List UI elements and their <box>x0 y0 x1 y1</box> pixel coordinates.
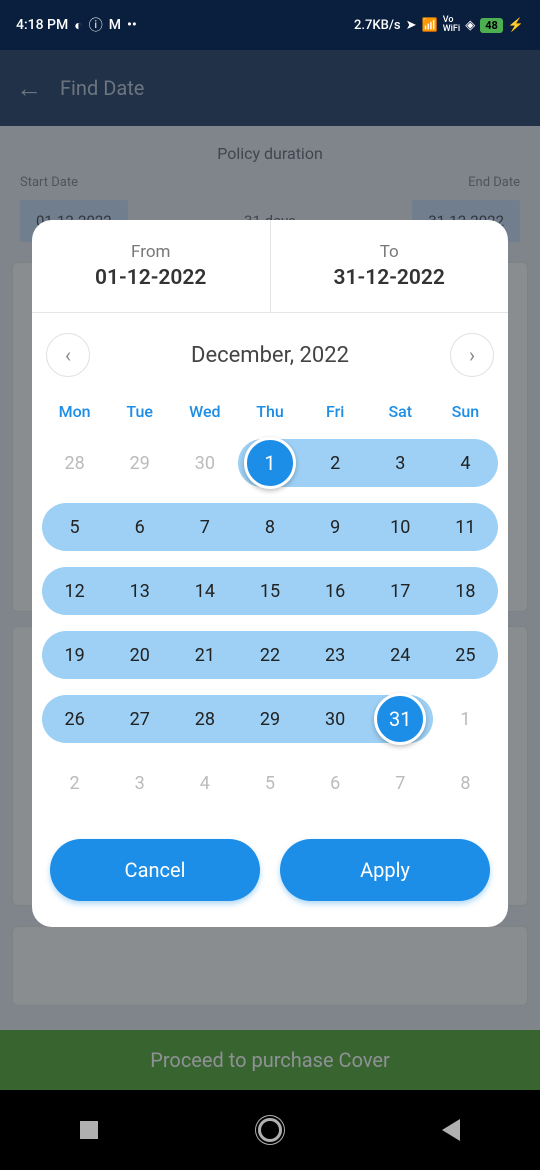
calendar-day[interactable]: 13 <box>107 559 172 623</box>
calendar-day[interactable]: 29 <box>237 687 302 751</box>
status-icon: ◐ <box>74 17 82 34</box>
calendar-day: 5 <box>237 751 302 815</box>
to-column[interactable]: To 31-12-2022 <box>271 220 509 312</box>
calendar-day[interactable]: 3 <box>368 431 433 495</box>
home-button[interactable] <box>258 1118 282 1142</box>
calendar-day[interactable]: 4 <box>433 431 498 495</box>
calendar-day[interactable]: 21 <box>172 623 237 687</box>
calendar-day[interactable]: 24 <box>368 623 433 687</box>
to-label: To <box>271 242 509 262</box>
from-value: 01-12-2022 <box>32 266 270 290</box>
calendar-day[interactable]: 23 <box>303 623 368 687</box>
net-speed: 2.7KB/s <box>354 18 401 33</box>
calendar-day[interactable]: 18 <box>433 559 498 623</box>
status-time: 4:18 PM <box>16 17 68 33</box>
calendar-day-header: Wed <box>172 391 237 431</box>
more-icon: •• <box>127 17 137 33</box>
selected-date[interactable]: 31 <box>374 693 426 745</box>
calendar-day[interactable]: 30 <box>303 687 368 751</box>
calendar-day-header: Tue <box>107 391 172 431</box>
calendar-day: 6 <box>303 751 368 815</box>
calendar-week-row: 12131415161718 <box>42 559 498 623</box>
calendar-day[interactable]: 6 <box>107 495 172 559</box>
android-nav-bar <box>0 1090 540 1170</box>
calendar-day[interactable]: 26 <box>42 687 107 751</box>
calendar-day: 3 <box>107 751 172 815</box>
month-label: December, 2022 <box>191 343 349 368</box>
location-icon: ➤ <box>406 18 417 33</box>
prev-month-button[interactable]: ‹ <box>46 333 90 377</box>
next-month-button[interactable]: › <box>450 333 494 377</box>
from-column[interactable]: From 01-12-2022 <box>32 220 271 312</box>
calendar-day: 30 <box>172 431 237 495</box>
status-left: 4:18 PM ◐ ⓘ M •• <box>16 15 137 35</box>
calendar-day[interactable]: 16 <box>303 559 368 623</box>
calendar-day: 28 <box>42 431 107 495</box>
status-right: 2.7KB/s ➤ 📶 VoWiFi ◈ 48 ⚡ <box>354 16 524 34</box>
calendar-day: 1 <box>433 687 498 751</box>
gmail-icon: M <box>109 17 121 33</box>
from-label: From <box>32 242 270 262</box>
back-nav-button[interactable] <box>442 1119 460 1141</box>
calendar-day[interactable]: 25 <box>433 623 498 687</box>
date-picker-modal: From 01-12-2022 To 31-12-2022 ‹ December… <box>32 220 508 927</box>
status-bar: 4:18 PM ◐ ⓘ M •• 2.7KB/s ➤ 📶 VoWiFi ◈ 48… <box>0 0 540 50</box>
calendar-week-row: 2345678 <box>42 751 498 815</box>
calendar-day[interactable]: 20 <box>107 623 172 687</box>
calendar-day-header: Sun <box>433 391 498 431</box>
calendar-day[interactable]: 28 <box>172 687 237 751</box>
charging-icon: ⚡ <box>508 18 524 33</box>
calendar-day[interactable]: 14 <box>172 559 237 623</box>
calendar-header-row: MonTueWedThuFriSatSun <box>42 391 498 431</box>
calendar-day[interactable]: 22 <box>237 623 302 687</box>
calendar-day[interactable]: 2 <box>303 431 368 495</box>
calendar-day[interactable]: 7 <box>172 495 237 559</box>
calendar-day-header: Fri <box>303 391 368 431</box>
calendar-day[interactable]: 9 <box>303 495 368 559</box>
to-value: 31-12-2022 <box>271 266 509 290</box>
calendar-day: 2 <box>42 751 107 815</box>
vowifi-icon: VoWiFi <box>443 16 460 34</box>
calendar-day[interactable]: 17 <box>368 559 433 623</box>
calendar-week-row: 567891011 <box>42 495 498 559</box>
month-selector: ‹ December, 2022 › <box>32 313 508 391</box>
wifi-icon: ◈ <box>465 18 475 33</box>
calendar-day[interactable]: 11 <box>433 495 498 559</box>
calendar-day-header: Thu <box>237 391 302 431</box>
calendar-day-header: Mon <box>42 391 107 431</box>
apply-button[interactable]: Apply <box>280 839 490 901</box>
calendar-week-row: 19202122232425 <box>42 623 498 687</box>
modal-header: From 01-12-2022 To 31-12-2022 <box>32 220 508 313</box>
calendar-day[interactable]: 27 <box>107 687 172 751</box>
battery-icon: 48 <box>480 18 503 33</box>
calendar-day: 4 <box>172 751 237 815</box>
calendar-day[interactable]: 19 <box>42 623 107 687</box>
calendar-day[interactable]: 8 <box>237 495 302 559</box>
cancel-button[interactable]: Cancel <box>50 839 260 901</box>
calendar-day-header: Sat <box>368 391 433 431</box>
recents-button[interactable] <box>80 1121 98 1139</box>
calendar-day[interactable]: 10 <box>368 495 433 559</box>
calendar-week-row: 262728293031131 <box>42 687 498 751</box>
selected-date[interactable]: 1 <box>244 437 296 489</box>
modal-actions: Cancel Apply <box>32 825 508 927</box>
calendar-grid: MonTueWedThuFriSatSun 282930123415678910… <box>32 391 508 825</box>
calendar-day[interactable]: 15 <box>237 559 302 623</box>
status-icon: ⓘ <box>89 15 103 35</box>
calendar-day: 8 <box>433 751 498 815</box>
signal-icon: 📶 <box>422 18 438 33</box>
calendar-day: 7 <box>368 751 433 815</box>
calendar-day[interactable]: 5 <box>42 495 107 559</box>
calendar-day[interactable]: 12 <box>42 559 107 623</box>
calendar-day: 29 <box>107 431 172 495</box>
calendar-week-row: 28293012341 <box>42 431 498 495</box>
modal-overlay[interactable]: From 01-12-2022 To 31-12-2022 ‹ December… <box>0 50 540 1090</box>
